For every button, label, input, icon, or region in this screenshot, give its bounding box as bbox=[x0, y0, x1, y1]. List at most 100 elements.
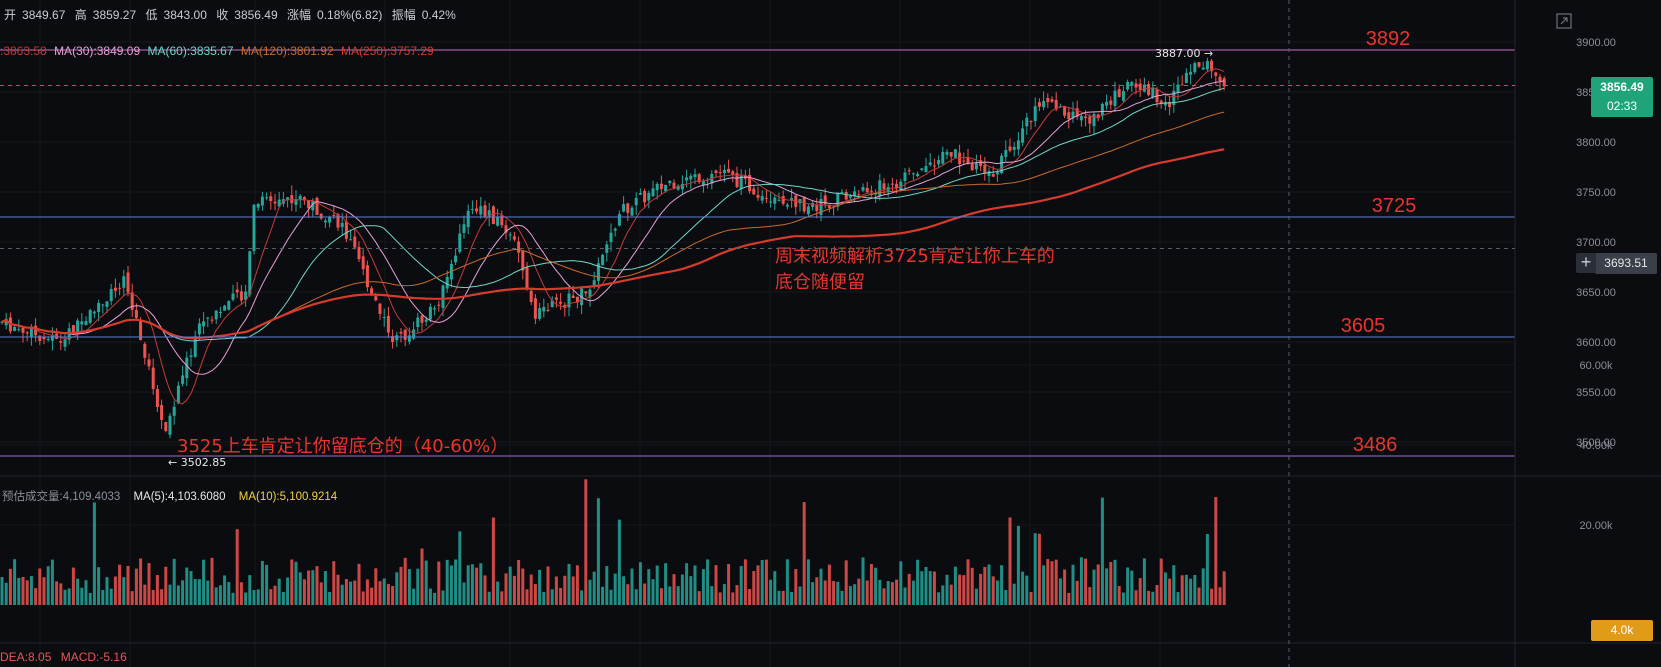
volume-bar bbox=[311, 570, 315, 605]
candle-body bbox=[651, 188, 655, 197]
volume-bar bbox=[941, 585, 945, 605]
candle-body bbox=[542, 307, 546, 312]
volume-bar bbox=[512, 575, 516, 605]
candle-body bbox=[953, 149, 957, 158]
candle-body bbox=[1193, 63, 1197, 73]
volume-bar bbox=[101, 590, 105, 605]
candle-body bbox=[970, 163, 974, 171]
candle-body bbox=[928, 162, 932, 165]
volume-bar bbox=[937, 592, 941, 605]
candle-body bbox=[1214, 72, 1218, 76]
volume-bar bbox=[59, 583, 63, 605]
candle-body bbox=[248, 251, 252, 295]
candle-body bbox=[622, 204, 626, 212]
candle-body bbox=[752, 188, 756, 195]
candle-body bbox=[638, 193, 642, 195]
low-label: 低 bbox=[145, 8, 158, 22]
candle-body bbox=[554, 297, 558, 300]
candle-body bbox=[1109, 100, 1113, 105]
volume-bar bbox=[899, 561, 903, 605]
volume-bar bbox=[848, 586, 852, 605]
close-value: 3856.49 bbox=[234, 8, 278, 22]
candle-body bbox=[672, 182, 676, 188]
volume-bar bbox=[798, 586, 802, 605]
candle-body bbox=[42, 337, 46, 340]
volume-bar bbox=[1184, 574, 1188, 605]
price-axis-label: 3750.00 bbox=[1576, 187, 1616, 199]
volume-axis-label: 40.00k bbox=[1579, 440, 1613, 452]
add-crosshair-button[interactable]: + bbox=[1576, 253, 1596, 273]
candle-body bbox=[517, 241, 521, 253]
amplitude-value: 0.42% bbox=[421, 8, 456, 22]
candle-body bbox=[273, 201, 277, 204]
volume-bar bbox=[857, 578, 861, 605]
volume-bar bbox=[1189, 578, 1193, 605]
volume-bar bbox=[739, 566, 743, 605]
volume-ma10: MA(10):5,100.9214 bbox=[238, 491, 338, 503]
candle-body bbox=[399, 331, 403, 334]
candle-body bbox=[361, 256, 365, 270]
volume-bar bbox=[193, 578, 197, 605]
volume-bar bbox=[1025, 575, 1029, 605]
volume-bar bbox=[1117, 586, 1121, 605]
volume-bar bbox=[273, 585, 277, 605]
volume-bar bbox=[525, 589, 529, 605]
candle-body bbox=[382, 316, 386, 318]
chart-canvas[interactable]: 3892 3725 3605 3486 3525上车肯定让你留底仓的（40-60%） 周末… bbox=[0, 0, 1661, 667]
volume-bar bbox=[748, 589, 752, 605]
volume-bar bbox=[924, 566, 928, 605]
candle-body bbox=[38, 335, 42, 342]
candle-body bbox=[353, 236, 357, 248]
candle-body bbox=[1042, 100, 1046, 108]
candle-body bbox=[496, 216, 500, 226]
volume-bar bbox=[458, 531, 462, 605]
current-price-tag: 3856.49 bbox=[1591, 77, 1653, 98]
volume-bar bbox=[97, 567, 101, 605]
level-label: 3486 bbox=[1353, 434, 1398, 456]
volume-bar bbox=[731, 592, 735, 605]
candle-body bbox=[802, 196, 806, 212]
volume-bar bbox=[962, 575, 966, 605]
candle-body bbox=[239, 291, 243, 301]
volume-bar bbox=[764, 559, 768, 605]
candle-body bbox=[609, 232, 613, 242]
volume-bar bbox=[794, 569, 798, 605]
volume-bar bbox=[428, 588, 432, 605]
volume-bar bbox=[890, 582, 894, 605]
candle-body bbox=[441, 285, 445, 308]
volume-bar bbox=[1105, 568, 1109, 605]
candle-body bbox=[46, 338, 50, 340]
open-value: 3849.67 bbox=[22, 8, 66, 22]
high-price-marker: 3887.00 → bbox=[1155, 47, 1213, 60]
volume-bar bbox=[832, 581, 836, 605]
volume-axis-label: 60.00k bbox=[1579, 360, 1613, 372]
candle-body bbox=[508, 234, 512, 236]
candle-body bbox=[634, 197, 638, 206]
candle-body bbox=[1004, 150, 1008, 157]
candle-body bbox=[344, 221, 348, 239]
volume-bar bbox=[130, 591, 134, 605]
candle-body bbox=[118, 287, 122, 289]
candle-body bbox=[92, 311, 96, 314]
volume-bar bbox=[538, 569, 542, 605]
candle-body bbox=[290, 195, 294, 204]
level-label: 3892 bbox=[1366, 28, 1411, 50]
volume-bar bbox=[1012, 583, 1016, 605]
volume-bar bbox=[441, 590, 445, 605]
candle-body bbox=[655, 183, 659, 191]
candle-body bbox=[88, 310, 92, 323]
candle-body bbox=[995, 172, 999, 175]
volume-bar bbox=[294, 561, 298, 605]
volume-bar bbox=[185, 567, 189, 605]
volume-bar bbox=[454, 559, 458, 605]
volume-bar bbox=[403, 557, 407, 605]
volume-bar bbox=[1147, 590, 1151, 605]
expand-icon[interactable] bbox=[1556, 13, 1572, 29]
candle-body bbox=[1037, 102, 1041, 107]
level-label: 3725 bbox=[1372, 195, 1417, 217]
annotation-note-2-line-2: 底仓随便留 bbox=[775, 272, 865, 293]
volume-bar bbox=[1033, 533, 1037, 605]
volume-bar bbox=[836, 581, 840, 605]
candle-body bbox=[643, 190, 647, 203]
candle-body bbox=[722, 170, 726, 174]
